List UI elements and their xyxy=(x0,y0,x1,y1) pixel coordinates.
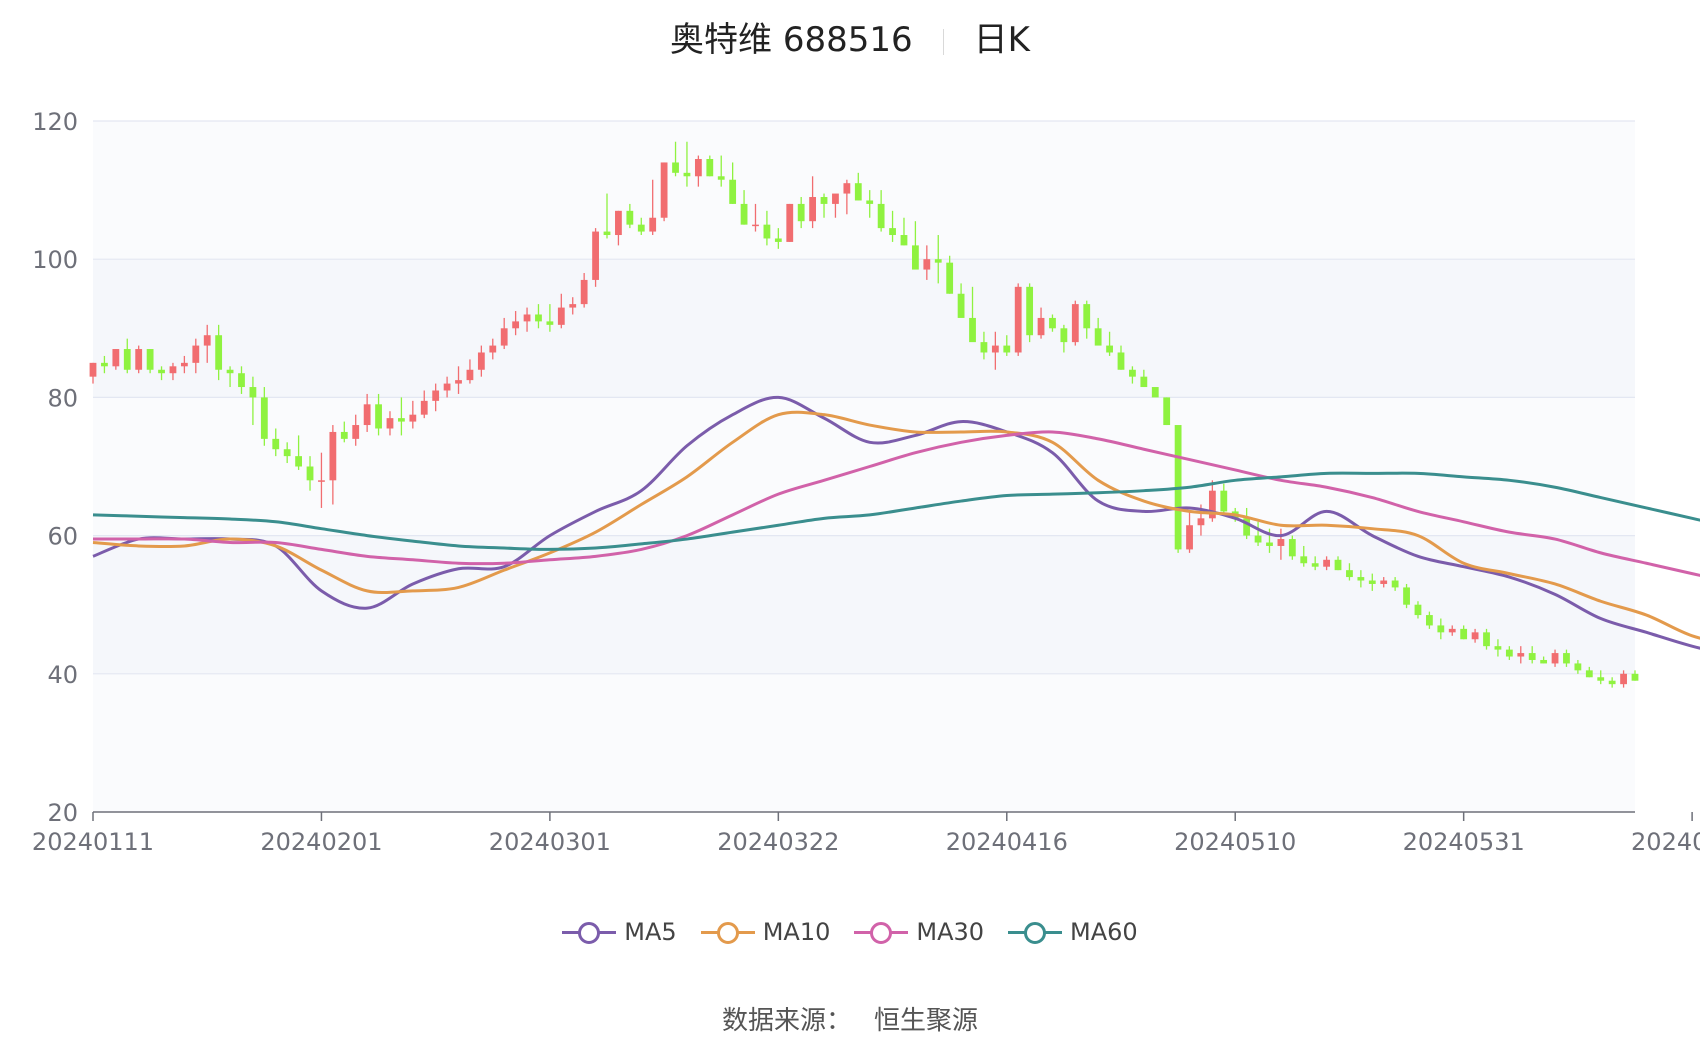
x-tick-label: 20240322 xyxy=(717,828,839,856)
x-axis: 20240111 20240201 20240301 20240322 20240416… xyxy=(32,811,1700,856)
legend-item-ma60[interactable]: MA60 xyxy=(1008,918,1138,946)
candle xyxy=(660,162,668,222)
candlestick-chart: 20406080100120 20240111 20240201 20240301 2… xyxy=(32,108,1700,856)
candle xyxy=(1026,283,1034,343)
candle xyxy=(1403,583,1410,609)
y-tick-label: 120 xyxy=(32,108,78,136)
candle xyxy=(1163,397,1171,426)
x-tick-label: 20240301 xyxy=(489,828,611,856)
legend: MA5 MA10 MA30 MA60 xyxy=(0,918,1700,949)
legend-label: MA30 xyxy=(916,918,985,946)
y-tick-label: 80 xyxy=(47,384,78,412)
legend-label: MA60 xyxy=(1070,918,1138,946)
x-tick-label: 20240624 xyxy=(1631,828,1700,856)
candle xyxy=(1071,300,1079,346)
y-tick-label: 40 xyxy=(47,661,78,689)
legend-label: MA5 xyxy=(624,918,677,946)
band xyxy=(93,259,1635,398)
x-tick-label: 20240201 xyxy=(260,828,382,856)
candle xyxy=(1151,387,1159,398)
legend-swatch-icon xyxy=(1008,921,1063,944)
legend-item-ma5[interactable]: MA5 xyxy=(562,918,677,946)
candle xyxy=(1288,535,1296,560)
band xyxy=(93,121,1635,260)
x-tick-label: 20240531 xyxy=(1403,828,1525,856)
x-tick-label: 20240510 xyxy=(1174,828,1296,856)
legend-swatch-icon xyxy=(700,921,755,944)
candle xyxy=(135,345,143,374)
legend-item-ma30[interactable]: MA30 xyxy=(854,918,984,946)
legend-swatch-icon xyxy=(854,921,909,944)
data-source: 数据来源： 恒生聚源 xyxy=(0,1000,1700,1037)
candle xyxy=(1014,283,1022,356)
legend-swatch-icon xyxy=(562,921,617,944)
source-value: 恒生聚源 xyxy=(874,1006,979,1036)
candle xyxy=(786,203,794,242)
source-label: 数据来源： xyxy=(721,1006,852,1036)
legend-item-ma10[interactable]: MA10 xyxy=(700,918,831,946)
y-tick-label: 60 xyxy=(47,523,78,551)
y-tick-label: 20 xyxy=(47,799,78,827)
background-bands xyxy=(93,121,1635,812)
candle xyxy=(592,228,599,287)
candle xyxy=(146,349,154,374)
x-tick-label: 20240416 xyxy=(946,828,1068,856)
x-tick-label: 20240111 xyxy=(32,828,154,856)
band xyxy=(93,673,1635,812)
y-tick-label: 100 xyxy=(32,246,78,274)
chart-stage: 奥特维 688516 日K 20 40 60 80 100 120 20240111 2024… xyxy=(0,0,1700,1037)
y-axis-labels: 20 40 60 80 100 120 xyxy=(32,108,78,827)
legend-label: MA10 xyxy=(762,918,831,946)
